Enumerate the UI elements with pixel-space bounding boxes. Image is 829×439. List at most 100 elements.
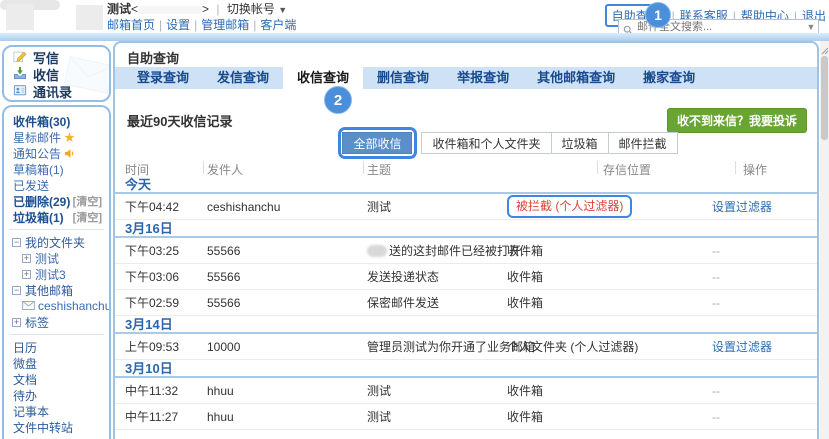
sidebar-app-item[interactable]: 日历 bbox=[4, 339, 109, 355]
time-cell: 下午02:59 bbox=[125, 290, 179, 316]
tree-item-label: 测试 bbox=[35, 250, 59, 267]
bracket-open: < bbox=[131, 2, 138, 16]
subject-cell[interactable]: 测试 bbox=[367, 404, 391, 430]
sidebar-folder-item[interactable]: 已发送 bbox=[4, 177, 109, 193]
tree-collapse-icon[interactable]: − bbox=[12, 286, 21, 295]
tab-举报查询[interactable]: 举报查询 bbox=[443, 67, 523, 89]
column-separator bbox=[597, 161, 598, 174]
sidebar-tree-item[interactable]: −我的文件夹 bbox=[4, 234, 109, 250]
action-cell: -- bbox=[712, 290, 720, 316]
subject-cell[interactable]: 保密邮件发送 bbox=[367, 290, 439, 316]
redacted-subject-prefix bbox=[367, 245, 387, 257]
contacts-button[interactable]: 通讯录 bbox=[4, 83, 109, 100]
sidebar-folder-item[interactable]: 垃圾箱(1)[清空] bbox=[4, 209, 109, 225]
sidebar-divider bbox=[9, 229, 104, 230]
bracket-close: > bbox=[202, 2, 209, 16]
switch-account-link[interactable]: 切换帐号 bbox=[227, 2, 275, 16]
action-cell: -- bbox=[712, 264, 720, 290]
annotation-step-2-badge: 2 bbox=[324, 86, 352, 114]
compose-button[interactable]: 写信 bbox=[4, 49, 109, 66]
account-line: 测试<> | 切换帐号 ▼ bbox=[107, 2, 296, 18]
sidebar-folder-item[interactable]: 收件箱(30) bbox=[4, 113, 109, 129]
clear-folder-link[interactable]: [清空] bbox=[73, 193, 102, 209]
receive-mail-button[interactable]: 收信 bbox=[4, 66, 109, 83]
date-group-header: 3月10日 bbox=[115, 360, 817, 378]
sidebar-tree-item[interactable]: −其他邮箱 bbox=[4, 282, 109, 298]
table-row: 中午11:27 hhuu 测试 收件箱 -- bbox=[115, 404, 817, 430]
tab-删信查询[interactable]: 删信查询 bbox=[363, 67, 443, 89]
time-cell: 下午03:06 bbox=[125, 264, 179, 290]
action-cell: 设置过滤器 bbox=[712, 194, 772, 220]
sender-cell: ceshishanchu bbox=[207, 194, 280, 220]
set-filter-link[interactable]: 设置过滤器 bbox=[712, 340, 772, 354]
column-header-主题: 主题 bbox=[367, 161, 391, 178]
settings-link[interactable]: 设置 bbox=[166, 18, 190, 32]
sidebar-app-item[interactable]: 记事本 bbox=[4, 403, 109, 419]
filter-button-收件箱和个人文件夹[interactable]: 收件箱和个人文件夹 bbox=[421, 132, 551, 154]
no-action-dash: -- bbox=[712, 410, 720, 424]
tree-collapse-icon[interactable]: − bbox=[12, 238, 21, 247]
sidebar-folder-item[interactable]: 已删除(29)[清空] bbox=[4, 193, 109, 209]
table-row: 下午03:0655566发送投递状态收件箱-- bbox=[115, 264, 817, 290]
tab-登录查询[interactable]: 登录查询 bbox=[123, 67, 203, 89]
clear-folder-link[interactable]: [清空] bbox=[73, 209, 102, 225]
scrollbar-thumb[interactable] bbox=[821, 56, 828, 140]
sidebar-tree-item[interactable]: +标签 bbox=[4, 314, 109, 330]
mail-home-link[interactable]: 邮箱首页 bbox=[107, 18, 155, 32]
sidebar-folder-item[interactable]: 星标邮件★ bbox=[4, 129, 109, 145]
client-link[interactable]: 客户端 bbox=[260, 18, 296, 32]
no-action-dash: -- bbox=[712, 296, 720, 310]
sidebar-folder-panel: 收件箱(30)星标邮件★通知公告草稿箱(1)已发送已删除(29)[清空]垃圾箱(… bbox=[2, 105, 111, 439]
sidebar-app-item[interactable]: 待办 bbox=[4, 387, 109, 403]
search-scope-dropdown-icon[interactable]: ▼ bbox=[804, 22, 818, 32]
sender-cell: hhuu bbox=[207, 404, 234, 430]
section-title: 最近90天收信记录 bbox=[127, 111, 232, 130]
sidebar-tree-item[interactable]: + 测试 bbox=[4, 250, 109, 266]
tree-item-label: 其他邮箱 bbox=[25, 282, 73, 299]
date-group-header: 3月14日 bbox=[115, 316, 817, 334]
tree-expand-icon[interactable]: + bbox=[22, 270, 31, 279]
mail-record-table: 今天下午04:42ceshishanchu测试被拦截 (个人过滤器)设置过滤器3… bbox=[115, 176, 817, 430]
logo-redacted bbox=[6, 4, 34, 30]
column-header-存信位置: 存信位置 bbox=[603, 161, 651, 178]
tree-expand-icon[interactable]: + bbox=[12, 318, 21, 327]
folder-label: 已发送 bbox=[13, 177, 49, 194]
sidebar-app-item[interactable]: 文档 bbox=[4, 371, 109, 387]
page-title: 自助查询 bbox=[127, 48, 805, 64]
manage-mailbox-link[interactable]: 管理邮箱 bbox=[201, 18, 249, 32]
filter-button-垃圾箱[interactable]: 垃圾箱 bbox=[551, 132, 609, 154]
sidebar-folder-item[interactable]: 通知公告 bbox=[4, 145, 109, 161]
search-icon bbox=[623, 22, 633, 32]
filter-button-邮件拦截[interactable]: 邮件拦截 bbox=[608, 132, 678, 154]
tab-发信查询[interactable]: 发信查询 bbox=[203, 67, 283, 89]
time-cell: 中午11:27 bbox=[125, 404, 178, 430]
query-tabs: 登录查询发信查询收信查询删信查询举报查询其他邮箱查询搬家查询 bbox=[115, 67, 817, 89]
location-cell: 收件箱 bbox=[507, 404, 543, 430]
time-cell: 下午03:25 bbox=[125, 238, 179, 264]
subject-cell[interactable]: 送的这封邮件已经被打开. bbox=[367, 238, 524, 264]
sidebar-app-item[interactable]: 文件中转站 bbox=[4, 419, 109, 435]
speaker-icon bbox=[64, 148, 75, 159]
tab-搬家查询[interactable]: 搬家查询 bbox=[629, 67, 709, 89]
folder-list: 收件箱(30)星标邮件★通知公告草稿箱(1)已发送已删除(29)[清空]垃圾箱(… bbox=[4, 113, 109, 225]
sidebar-folder-item[interactable]: 草稿箱(1) bbox=[4, 161, 109, 177]
no-action-dash: -- bbox=[712, 270, 720, 284]
sidebar-app-item[interactable]: 微盘 bbox=[4, 355, 109, 371]
sender-cell: 55566 bbox=[207, 290, 240, 316]
tree-expand-icon[interactable]: + bbox=[22, 254, 31, 263]
main-panel: 自助查询 登录查询发信查询收信查询删信查询举报查询其他邮箱查询搬家查询 最近90… bbox=[113, 41, 819, 439]
sidebar-tree-item[interactable]: +测试3 bbox=[4, 266, 109, 282]
subject-cell[interactable]: 发送投递状态 bbox=[367, 264, 439, 290]
chevron-down-icon[interactable]: ▼ bbox=[278, 5, 287, 15]
sidebar-tree-item[interactable]: ceshishanchu bbox=[4, 298, 109, 314]
tab-其他邮箱查询[interactable]: 其他邮箱查询 bbox=[523, 67, 629, 89]
sender-cell: 55566 bbox=[207, 238, 240, 264]
time-cell: 上午09:53 bbox=[125, 334, 179, 360]
subject-cell[interactable]: 测试 bbox=[367, 194, 391, 220]
subject-cell[interactable]: 测试 bbox=[367, 378, 391, 404]
set-filter-link[interactable]: 设置过滤器 bbox=[712, 200, 772, 214]
filter-button-全部收信[interactable]: 全部收信 bbox=[342, 132, 412, 154]
tab-收信查询[interactable]: 收信查询 bbox=[283, 67, 363, 89]
annotation-box-blocked: 被拦截 (个人过滤器) bbox=[507, 195, 632, 218]
location-cell: 收件箱 bbox=[507, 264, 543, 290]
